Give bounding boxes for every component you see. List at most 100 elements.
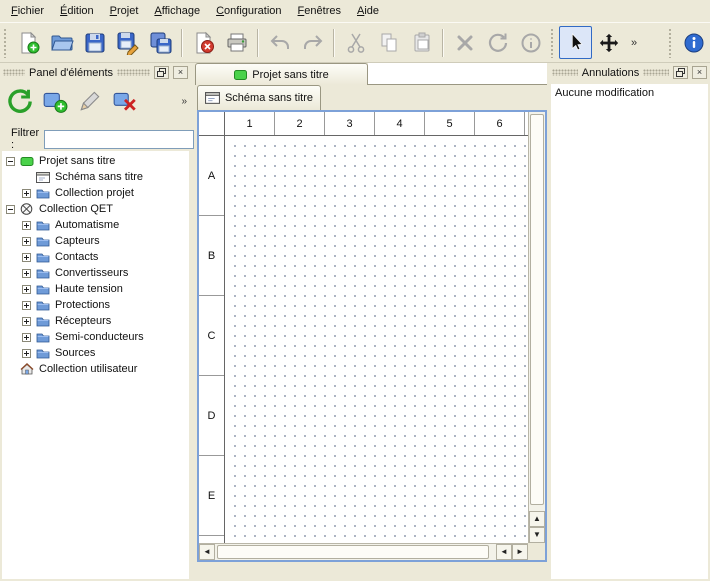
- expander-collapsed-icon[interactable]: [22, 253, 31, 262]
- tree-item-user-collection[interactable]: Collection utilisateur: [2, 361, 189, 377]
- tree-item-label: Convertisseurs: [55, 267, 128, 279]
- open-project-button[interactable]: [45, 26, 78, 59]
- expander-collapsed-icon[interactable]: [22, 221, 31, 230]
- row-label: A: [199, 136, 224, 216]
- save-button[interactable]: [78, 26, 111, 59]
- tree-item-category[interactable]: Contacts: [2, 249, 189, 265]
- expander-collapsed-icon[interactable]: [22, 317, 31, 326]
- menu-fenetres[interactable]: Fenêtres: [290, 1, 349, 21]
- filter-label: Filtrer :: [11, 127, 39, 151]
- undo-icon: [268, 31, 292, 55]
- tree-item-category[interactable]: Protections: [2, 297, 189, 313]
- print-button[interactable]: [220, 26, 253, 59]
- menu-fichier[interactable]: Fichier: [3, 1, 52, 21]
- expander-collapsed-icon[interactable]: [22, 333, 31, 342]
- undo-list[interactable]: Aucune modification: [551, 84, 708, 579]
- tree-item-diagram[interactable]: Schéma sans titre: [2, 169, 189, 185]
- scroll-right-button[interactable]: ►: [512, 544, 528, 560]
- save-as-button[interactable]: [111, 26, 144, 59]
- row-label: D: [199, 376, 224, 456]
- menu-affichage[interactable]: Affichage: [146, 1, 208, 21]
- copy-button[interactable]: [372, 26, 405, 59]
- tree-item-category[interactable]: Capteurs: [2, 233, 189, 249]
- menu-projet[interactable]: Projet: [102, 1, 147, 21]
- scroll-down-button[interactable]: ▼: [529, 527, 545, 543]
- redo-icon: [301, 31, 325, 55]
- menu-edition[interactable]: Édition: [52, 1, 102, 21]
- expander-expanded-icon[interactable]: [6, 157, 15, 166]
- delete-button[interactable]: [448, 26, 481, 59]
- tab-diagram[interactable]: Schéma sans titre: [197, 85, 321, 110]
- reload-collections-button[interactable]: [4, 86, 35, 117]
- select-tool-button[interactable]: [559, 26, 592, 59]
- paste-button[interactable]: [405, 26, 438, 59]
- expander-collapsed-icon[interactable]: [22, 269, 31, 278]
- new-element-button[interactable]: [39, 86, 70, 117]
- toolbar-overflow-button[interactable]: »: [625, 29, 643, 57]
- panel-toolbar-overflow-button[interactable]: »: [181, 96, 187, 107]
- toolbar-grip[interactable]: [550, 28, 555, 58]
- element-info-button[interactable]: [514, 26, 547, 59]
- close-dock-button[interactable]: ×: [692, 66, 707, 79]
- vertical-scrollbar[interactable]: ▲ ▼: [528, 112, 545, 543]
- menu-configuration[interactable]: Configuration: [208, 1, 289, 21]
- close-dock-button[interactable]: ×: [173, 66, 188, 79]
- float-icon: [157, 68, 166, 77]
- tree-item-project-collection[interactable]: Collection projet: [2, 185, 189, 201]
- float-icon: [676, 68, 685, 77]
- float-dock-button[interactable]: [154, 66, 169, 79]
- undo-button[interactable]: [263, 26, 296, 59]
- tree-item-category[interactable]: Convertisseurs: [2, 265, 189, 281]
- edit-element-button[interactable]: [74, 86, 105, 117]
- dock-grip[interactable]: [117, 69, 150, 76]
- dock-grip[interactable]: [643, 69, 669, 76]
- tree-item-category[interactable]: Automatisme: [2, 217, 189, 233]
- tab-project-label: Projet sans titre: [252, 69, 328, 81]
- toolbar-grip[interactable]: [668, 28, 673, 58]
- dock-grip[interactable]: [552, 69, 578, 76]
- new-file-button[interactable]: [12, 26, 45, 59]
- info-blue-icon: [682, 31, 706, 55]
- print-icon: [225, 31, 249, 55]
- tree-item-category[interactable]: Récepteurs: [2, 313, 189, 329]
- cut-button[interactable]: [339, 26, 372, 59]
- undo-dock-titlebar: Annulations ×: [552, 65, 707, 80]
- tree-item-category[interactable]: Haute tension: [2, 281, 189, 297]
- tab-project[interactable]: Projet sans titre: [195, 63, 368, 85]
- scroll-up-button[interactable]: ▲: [529, 511, 545, 527]
- redo-button[interactable]: [296, 26, 329, 59]
- horizontal-scrollbar-thumb[interactable]: [217, 545, 489, 559]
- edit-pencil-icon: [77, 88, 103, 114]
- close-file-button[interactable]: [187, 26, 220, 59]
- tab-bar-empty-area: [368, 63, 547, 85]
- vertical-scrollbar-thumb[interactable]: [530, 114, 544, 505]
- tree-item-project[interactable]: Projet sans titre: [2, 153, 189, 169]
- diagram-canvas[interactable]: [226, 137, 528, 543]
- folder-icon: [36, 331, 51, 343]
- filter-input[interactable]: [44, 130, 194, 149]
- expander-collapsed-icon[interactable]: [22, 301, 31, 310]
- float-dock-button[interactable]: [673, 66, 688, 79]
- toolbar-grip[interactable]: [3, 28, 8, 58]
- menu-aide[interactable]: Aide: [349, 1, 387, 21]
- tree-item-qet-collection[interactable]: Collection QET: [2, 201, 189, 217]
- scroll-left-button-2[interactable]: ◄: [496, 544, 512, 560]
- expander-collapsed-icon[interactable]: [22, 237, 31, 246]
- expander-collapsed-icon[interactable]: [22, 285, 31, 294]
- save-all-button[interactable]: [144, 26, 177, 59]
- tree-item-category[interactable]: Sources: [2, 345, 189, 361]
- dock-grip[interactable]: [3, 69, 25, 76]
- expander-collapsed-icon[interactable]: [22, 349, 31, 358]
- expander-expanded-icon[interactable]: [6, 205, 15, 214]
- column-label: 4: [375, 112, 425, 135]
- rotate-button[interactable]: [481, 26, 514, 59]
- about-qet-button[interactable]: [677, 26, 710, 59]
- expander-collapsed-icon[interactable]: [22, 189, 31, 198]
- horizontal-scrollbar[interactable]: ◄ ◄ ►: [199, 543, 528, 560]
- row-label: C: [199, 296, 224, 376]
- move-tool-button[interactable]: [592, 26, 625, 59]
- row-label: B: [199, 216, 224, 296]
- scroll-left-button[interactable]: ◄: [199, 544, 215, 560]
- tree-item-category[interactable]: Semi-conducteurs: [2, 329, 189, 345]
- delete-element-button[interactable]: [109, 86, 140, 117]
